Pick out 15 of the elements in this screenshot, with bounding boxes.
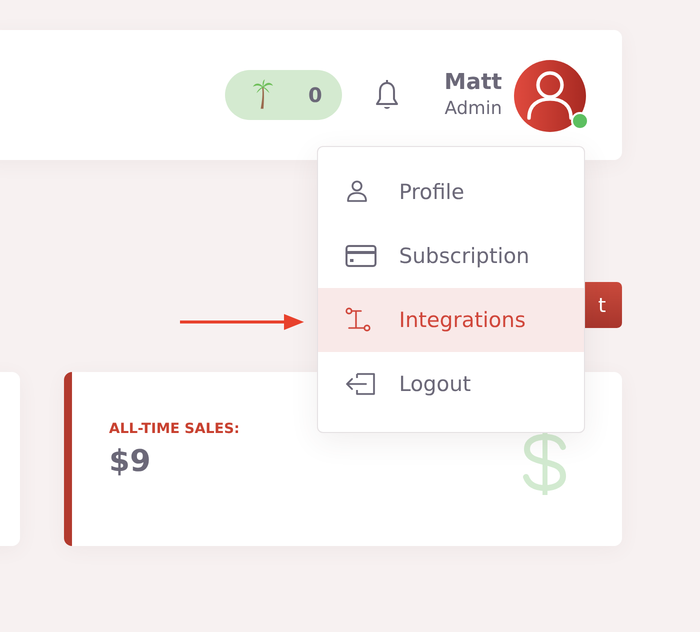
menu-item[interactable]: Logout: [318, 352, 584, 416]
logout-icon: [345, 371, 377, 397]
menu-item[interactable]: Subscription: [318, 224, 584, 288]
credit-card-icon: [345, 243, 377, 269]
menu-item[interactable]: Integrations: [318, 288, 584, 352]
menu-item[interactable]: Profile: [318, 160, 584, 224]
dollar-icon: [522, 430, 568, 496]
points-count: 0: [308, 83, 322, 107]
avatar-icon[interactable]: [514, 60, 586, 132]
points-badge[interactable]: 0: [225, 70, 342, 120]
stat-value: $9: [109, 443, 152, 481]
user-name: Matt: [444, 69, 502, 97]
user-role: Admin: [444, 97, 502, 121]
palm-tree-icon: [252, 79, 274, 111]
stat-label: ALL-TIME SALES:: [109, 420, 240, 438]
